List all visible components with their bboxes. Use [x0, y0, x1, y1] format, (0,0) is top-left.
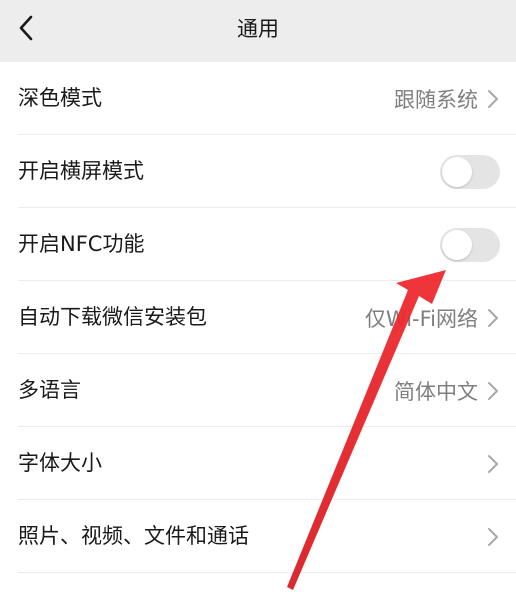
chevron-right-icon [488, 308, 498, 327]
language-value: 简体中文 [394, 379, 478, 404]
auto-download-value: 仅Wi-Fi网络 [364, 306, 478, 331]
language-label: 多语言 [18, 378, 81, 402]
media-files-calls-row[interactable]: 照片、视频、文件和通话 [0, 500, 516, 573]
font-size-label: 字体大小 [18, 451, 102, 475]
landscape-mode-row: 开启横屏模式 [0, 135, 516, 208]
auto-download-label: 自动下载微信安装包 [18, 305, 207, 329]
media-files-calls-label: 照片、视频、文件和通话 [18, 524, 249, 548]
nfc-label: 开启NFC功能 [18, 232, 145, 256]
dark-mode-row[interactable]: 深色模式 跟随系统 [0, 62, 516, 135]
chevron-right-icon [488, 454, 498, 473]
dark-mode-label: 深色模式 [18, 86, 102, 110]
auto-download-row[interactable]: 自动下载微信安装包 仅Wi-Fi网络 [0, 281, 516, 354]
chevron-right-icon [488, 381, 498, 400]
nav-header: 通用 [0, 0, 516, 62]
landscape-mode-label: 开启横屏模式 [18, 159, 144, 183]
language-row[interactable]: 多语言 简体中文 [0, 354, 516, 427]
chevron-right-icon [488, 527, 498, 546]
nfc-row: 开启NFC功能 [0, 208, 516, 281]
nfc-toggle[interactable] [440, 227, 500, 262]
chevron-right-icon [488, 89, 498, 108]
landscape-mode-toggle[interactable] [440, 154, 500, 189]
toggle-knob [442, 156, 472, 187]
toggle-knob [442, 229, 472, 260]
dark-mode-value: 跟随系统 [394, 87, 478, 112]
font-size-row[interactable]: 字体大小 [0, 427, 516, 500]
settings-list: 深色模式 跟随系统 开启横屏模式 开启NFC功能 自动下载微信安装包 仅Wi-F… [0, 62, 516, 573]
page-title: 通用 [237, 17, 279, 41]
